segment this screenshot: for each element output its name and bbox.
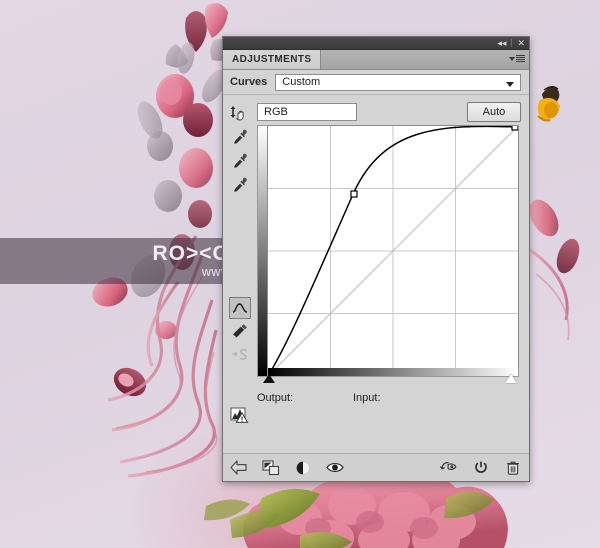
preset-dropdown[interactable]: Custom <box>275 73 521 91</box>
channel-row: RGB Auto <box>257 95 521 125</box>
hand-with-updown-arrows-icon <box>230 106 244 121</box>
tab-adjustments[interactable]: ADJUSTMENTS <box>223 50 322 69</box>
tab-filler <box>321 50 529 69</box>
screenshot-root: RO><O tuts www.roxo.ir ◂◂ ✕ ADJUSTMENTS … <box>0 0 600 548</box>
channel-dropdown[interactable]: RGB <box>257 102 357 121</box>
pencil-icon <box>232 324 247 338</box>
curve-tool[interactable] <box>229 297 251 319</box>
tool-strip <box>223 95 257 453</box>
black-point-eyedropper[interactable] <box>228 125 252 149</box>
targeted-adjustment-tool[interactable] <box>228 101 252 125</box>
white-point-eyedropper[interactable] <box>228 173 252 197</box>
input-label: Input: <box>353 392 381 404</box>
eyedropper-icon <box>234 177 247 192</box>
output-label: Output: <box>257 392 294 404</box>
collapse-double-arrow-icon[interactable]: ◂◂ <box>497 38 506 48</box>
curve-point-mid <box>350 190 358 198</box>
chevron-down-icon <box>506 81 514 87</box>
panel-bottom-bar <box>223 453 529 481</box>
panel-body: RGB Auto Output: Input: <box>223 95 529 453</box>
preview-eye-button[interactable] <box>326 459 344 477</box>
preset-dropdown-value: Custom <box>282 76 321 88</box>
panel-titlebar: ◂◂ ✕ <box>223 37 529 50</box>
highlight-input-handle[interactable] <box>505 374 517 383</box>
eye-icon <box>326 463 344 472</box>
reset-circular-arrow-icon <box>475 460 487 473</box>
eyedropper-icon <box>234 153 247 168</box>
smooth-s-icon <box>232 348 247 360</box>
curve-icon <box>232 303 248 313</box>
curves-graph[interactable] <box>257 125 519 383</box>
view-previous-state-icon <box>440 461 457 471</box>
shadow-input-handle[interactable] <box>263 374 275 383</box>
auto-button[interactable]: Auto <box>467 101 521 122</box>
watermark-brand-left: RO <box>152 242 186 265</box>
pencil-tool[interactable] <box>228 319 252 343</box>
watermark-brand-mid: >< <box>185 242 213 265</box>
reset-adjustment-button[interactable] <box>472 459 490 477</box>
clip-to-layer-icon <box>262 459 280 475</box>
curve-display-options[interactable] <box>228 403 252 427</box>
panel-menu-triangle-icon <box>509 56 515 61</box>
preset-row: Curves Custom <box>223 70 529 95</box>
clip-to-layer-button[interactable] <box>262 459 280 477</box>
gray-point-eyedropper[interactable] <box>228 149 252 173</box>
half-circle-icon <box>296 461 310 474</box>
panel-tab-row: ADJUSTMENTS <box>223 50 529 70</box>
delete-adjustment-layer-button[interactable] <box>504 459 522 477</box>
histogram-warning-icon <box>230 407 249 423</box>
tab-adjustments-label: ADJUSTMENTS <box>232 54 312 65</box>
readout-row: Output: Input: <box>257 383 521 413</box>
eyedropper-icon <box>234 129 247 144</box>
output-gradient-bar <box>257 125 267 377</box>
close-icon[interactable]: ✕ <box>517 38 525 48</box>
input-gradient-bar <box>267 368 519 377</box>
curves-plot <box>268 126 518 376</box>
toggle-layer-visibility-button[interactable] <box>294 459 312 477</box>
butterfly-decoration <box>537 86 560 122</box>
curves-label: Curves <box>230 76 268 88</box>
auto-button-label: Auto <box>482 105 506 118</box>
trash-icon <box>507 461 519 475</box>
channel-dropdown-value: RGB <box>264 105 288 118</box>
panel-menu-lines-icon <box>516 55 525 62</box>
panel-main-column: RGB Auto Output: Input: <box>257 95 529 453</box>
titlebar-divider <box>511 39 513 47</box>
smooth-curve-tool <box>228 343 252 367</box>
panel-menu-icon[interactable] <box>509 55 525 62</box>
curve-point-highlight <box>511 126 518 131</box>
left-arrow-icon <box>230 460 247 475</box>
adjustments-panel: ◂◂ ✕ ADJUSTMENTS Curves Custom RGB Auto … <box>222 36 530 482</box>
view-previous-state-button[interactable] <box>440 459 458 477</box>
curves-grid[interactable] <box>267 125 519 377</box>
return-to-adjustment-list-button[interactable] <box>230 459 248 477</box>
